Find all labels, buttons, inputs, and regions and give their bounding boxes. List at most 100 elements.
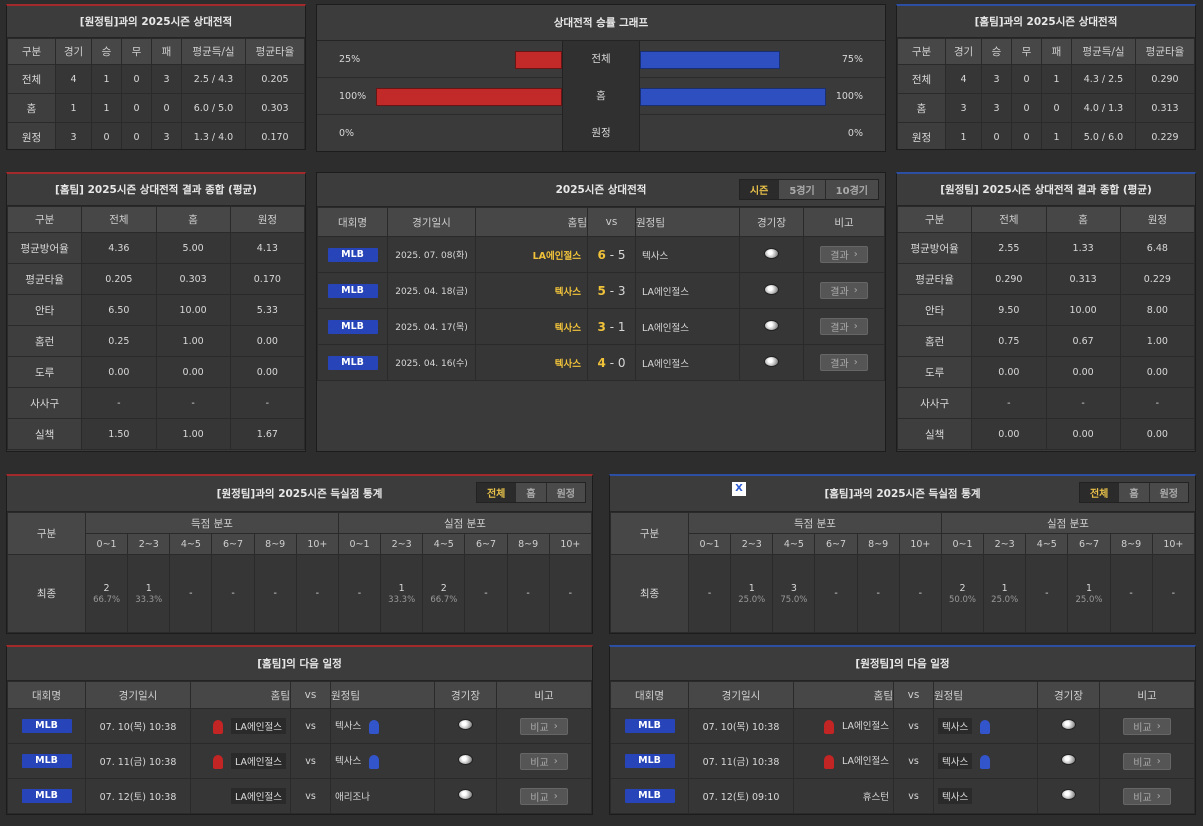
league-badge[interactable]: MLB <box>624 754 675 768</box>
home-team[interactable]: LA에인절스 <box>231 717 286 734</box>
table-cell: - <box>155 387 231 419</box>
league-badge[interactable]: MLB <box>21 719 72 733</box>
compare-button[interactable]: 비교 › <box>520 717 568 735</box>
away-team[interactable]: LA에인절스 <box>635 308 740 345</box>
table-row: 원정 1 0 0 1 5.0 / 6.0 0.229 <box>897 122 1195 149</box>
table-cell: 0.290 <box>1135 64 1195 94</box>
stadium-cell <box>1037 778 1100 814</box>
column-header-stadium: 경기장 <box>739 207 804 237</box>
range-header: 0~1 <box>687 533 732 555</box>
tab-2[interactable]: 원정 <box>1148 483 1188 502</box>
away-team[interactable]: 텍사스 <box>335 756 361 767</box>
away-team[interactable]: 텍사스 <box>635 236 740 273</box>
count: - <box>1171 587 1176 599</box>
row-label: 안타 <box>897 294 973 326</box>
away-win-rate: 75% <box>841 54 863 65</box>
column-header-league: 대회명 <box>7 681 86 709</box>
result-button[interactable]: 결과 › <box>820 246 868 263</box>
result-button[interactable]: 결과 › <box>820 318 868 335</box>
percent: 25.0% <box>991 594 1019 605</box>
home-team[interactable]: LA에인절스 <box>842 721 889 732</box>
tab-2[interactable]: 10경기 <box>824 180 878 199</box>
column-header-league: 대회명 <box>610 681 689 709</box>
graph-row-label: 원정 <box>562 115 640 151</box>
league-badge[interactable]: MLB <box>21 789 72 803</box>
column-header-date: 경기일시 <box>387 207 476 237</box>
league-badge[interactable]: MLB <box>21 754 72 768</box>
away-team[interactable]: 텍사스 <box>335 721 361 732</box>
home-team[interactable]: 텍사스 <box>475 272 588 309</box>
range-header-row: 0~1 2~3 4~5 6~7 8~9 10+ 0~1 2~3 4~5 6~7 8~9 10+ <box>8 533 592 555</box>
tab-0[interactable]: 전체 <box>1079 483 1119 502</box>
column-header: 패 <box>151 38 182 65</box>
result-button[interactable]: 결과 › <box>820 282 868 299</box>
score-right-title: [홈팀]과의 2025시즌 득실점 통계 <box>824 488 981 500</box>
range-header: 6~7 <box>464 533 508 555</box>
compare-button[interactable]: 비교 › <box>1123 787 1171 805</box>
range-header: 6~7 <box>211 533 255 555</box>
tab-1[interactable]: 홈 <box>1118 483 1149 502</box>
result-button[interactable]: 결과 › <box>820 354 868 371</box>
away-team[interactable]: 애리조나 <box>335 792 370 803</box>
home-team[interactable]: LA에인절스 <box>475 236 588 273</box>
column-header: 원정 <box>229 206 305 233</box>
compare-button[interactable]: 비교 › <box>520 787 568 805</box>
vs-cell: vs <box>893 743 934 779</box>
away-team[interactable]: 텍사스 <box>938 717 973 734</box>
tab-0[interactable]: 시즌 <box>739 180 779 199</box>
table-cell: 1 <box>55 93 92 123</box>
vs-cell: vs <box>290 743 331 779</box>
table-cell: 0.205 <box>81 263 157 295</box>
graph-row-label: 홈 <box>562 78 640 115</box>
home-team[interactable]: 텍사스 <box>475 308 588 345</box>
league-badge[interactable]: MLB <box>327 283 378 298</box>
table-row: 원정 3 0 0 3 1.3 / 4.0 0.170 <box>7 122 305 149</box>
table-cell: 4.36 <box>81 232 157 264</box>
home-team[interactable]: 휴스턴 <box>863 792 889 803</box>
home-person-icon <box>824 754 835 769</box>
row-label: 홈 <box>7 93 56 123</box>
date-cell: 07. 11(금) 10:38 <box>688 743 794 779</box>
compare-button[interactable]: 비교 › <box>1123 717 1171 735</box>
home-score: 5 <box>597 283 606 298</box>
league-badge[interactable]: MLB <box>327 355 378 370</box>
tab-1[interactable]: 5경기 <box>778 180 825 199</box>
stadium-cell <box>434 778 497 814</box>
range-header: 0~1 <box>337 533 382 555</box>
away-team[interactable]: 텍사스 <box>938 752 973 769</box>
league-badge[interactable]: MLB <box>624 789 675 803</box>
league-badge[interactable]: MLB <box>327 319 378 334</box>
baseball-icon <box>1061 719 1076 730</box>
home-team[interactable]: 텍사스 <box>475 344 588 381</box>
table-cell: 0.229 <box>1135 122 1195 149</box>
away-team[interactable]: 텍사스 <box>938 788 973 804</box>
table-cell: 0 <box>1011 64 1042 94</box>
row-label: 홈 <box>897 93 946 123</box>
table-row: 홈 3 3 0 0 4.0 / 1.3 0.313 <box>897 93 1195 123</box>
score-right-tabs: 전체 홈 원정 <box>1078 482 1189 503</box>
game-row: MLB 2025. 07. 08(화) LA에인절스 6 - 5 텍사스 결과 › <box>317 236 885 273</box>
away-team[interactable]: LA에인절스 <box>635 344 740 381</box>
close-icon[interactable]: X <box>732 482 746 496</box>
chevron-right-icon: › <box>853 357 858 368</box>
range-header: 2~3 <box>730 533 774 555</box>
league-badge[interactable]: MLB <box>624 719 675 733</box>
tab-1[interactable]: 홈 <box>515 483 546 502</box>
compare-button[interactable]: 비교 › <box>1123 752 1171 770</box>
table-cell: 0 <box>1011 122 1042 149</box>
season-games-table: 대회명 경기일시 홈팀 vs 원정팀 경기장 비고 MLB 2025. 07. 08(화) LA… <box>317 207 885 381</box>
baseball-icon <box>764 319 779 331</box>
away-team[interactable]: LA에인절스 <box>635 272 740 309</box>
tab-2[interactable]: 원정 <box>545 483 585 502</box>
league-badge[interactable]: MLB <box>327 247 378 262</box>
home-team[interactable]: LA에인절스 <box>231 788 286 804</box>
home-team[interactable]: LA에인절스 <box>842 756 889 767</box>
result-label: 결과 <box>830 287 849 298</box>
next-away-panel: [원정팀]의 다음 일정 대회명 경기일시 홈팀 vs 원정팀 경기장 비고 MLB 07. … <box>609 645 1196 815</box>
home-team[interactable]: LA에인절스 <box>231 752 286 769</box>
column-header: 전체 <box>81 206 157 233</box>
count: 3 <box>790 582 797 594</box>
tab-0[interactable]: 전체 <box>476 483 516 502</box>
column-header: 무 <box>1011 38 1042 65</box>
compare-button[interactable]: 비교 › <box>520 752 568 770</box>
